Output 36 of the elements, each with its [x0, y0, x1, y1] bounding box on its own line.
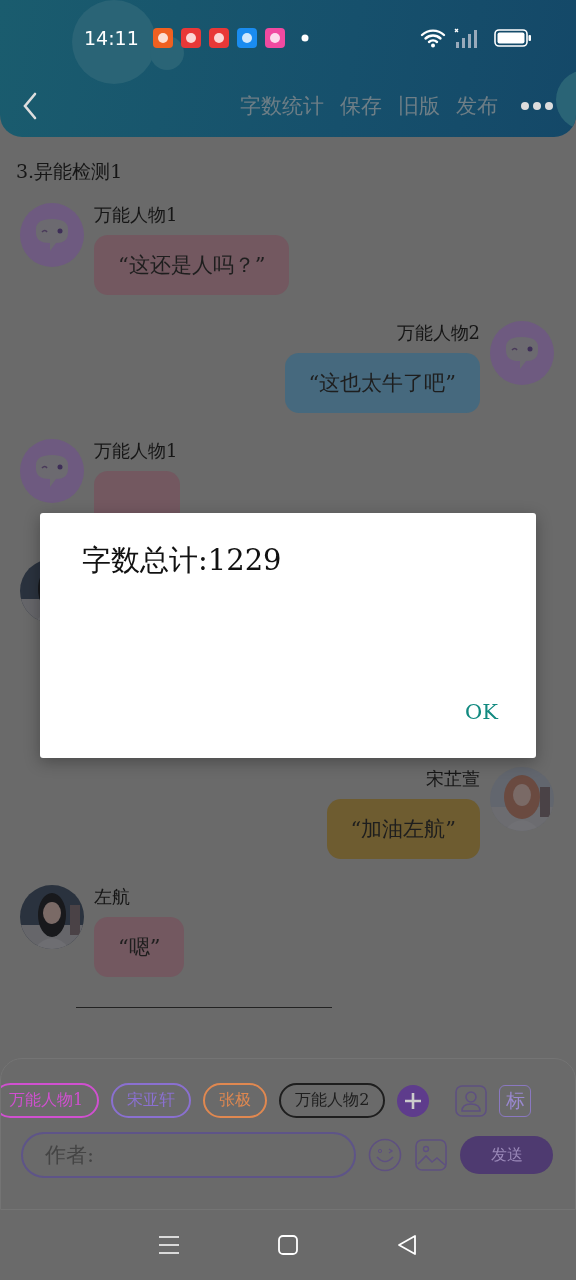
character-chip[interactable]: 万能人物1: [1, 1083, 100, 1118]
character-chip[interactable]: 宋亚轩: [111, 1083, 192, 1118]
speaker-name: 万能人物1: [94, 439, 179, 463]
character-chip[interactable]: 张极: [203, 1083, 268, 1118]
speaker-name: 万能人物1: [94, 203, 179, 227]
chat-bubble-avatar-icon: [20, 203, 84, 267]
dialog-message: 字数总计:1229: [82, 542, 283, 579]
chat-bubble-avatar-icon: [490, 321, 554, 385]
status-time: 14:11: [84, 27, 139, 49]
header-action[interactable]: 字数统计: [234, 92, 330, 120]
chapter-title: 3.异能检测1: [16, 159, 124, 184]
message-bubble: “这还是人吗？”: [94, 235, 290, 295]
speaker-name: 宋芷萱: [426, 767, 480, 791]
character-chip[interactable]: 万能人物2: [279, 1083, 386, 1118]
back-nav-icon[interactable]: [395, 1234, 418, 1256]
signal-icon: [454, 28, 478, 48]
more-icon[interactable]: [520, 101, 554, 111]
chat-bubble-avatar-icon: [20, 439, 84, 503]
home-icon[interactable]: [277, 1234, 299, 1256]
menu-icon[interactable]: [158, 1234, 181, 1256]
message-bubble: “这也太牛了吧”: [284, 353, 480, 413]
wifi-icon: [420, 28, 446, 48]
add-icon[interactable]: [397, 1084, 430, 1117]
header-action[interactable]: 保存: [334, 92, 388, 120]
tag-button[interactable]: 标: [499, 1084, 532, 1117]
back-icon[interactable]: [22, 92, 38, 120]
speaker-name: 左航: [94, 885, 131, 909]
message-bubble: “加油左航”: [326, 799, 480, 859]
speaker-name: 万能人物2: [396, 321, 480, 345]
battery-icon: [494, 29, 532, 47]
send-button[interactable]: 发送: [460, 1136, 553, 1174]
notification-dot-icon: [300, 34, 309, 42]
ok-button[interactable]: OK: [451, 694, 512, 730]
header-action[interactable]: 发布: [450, 92, 504, 120]
header-action[interactable]: 旧版: [392, 92, 446, 120]
message-bubble: “嗯”: [94, 917, 185, 977]
